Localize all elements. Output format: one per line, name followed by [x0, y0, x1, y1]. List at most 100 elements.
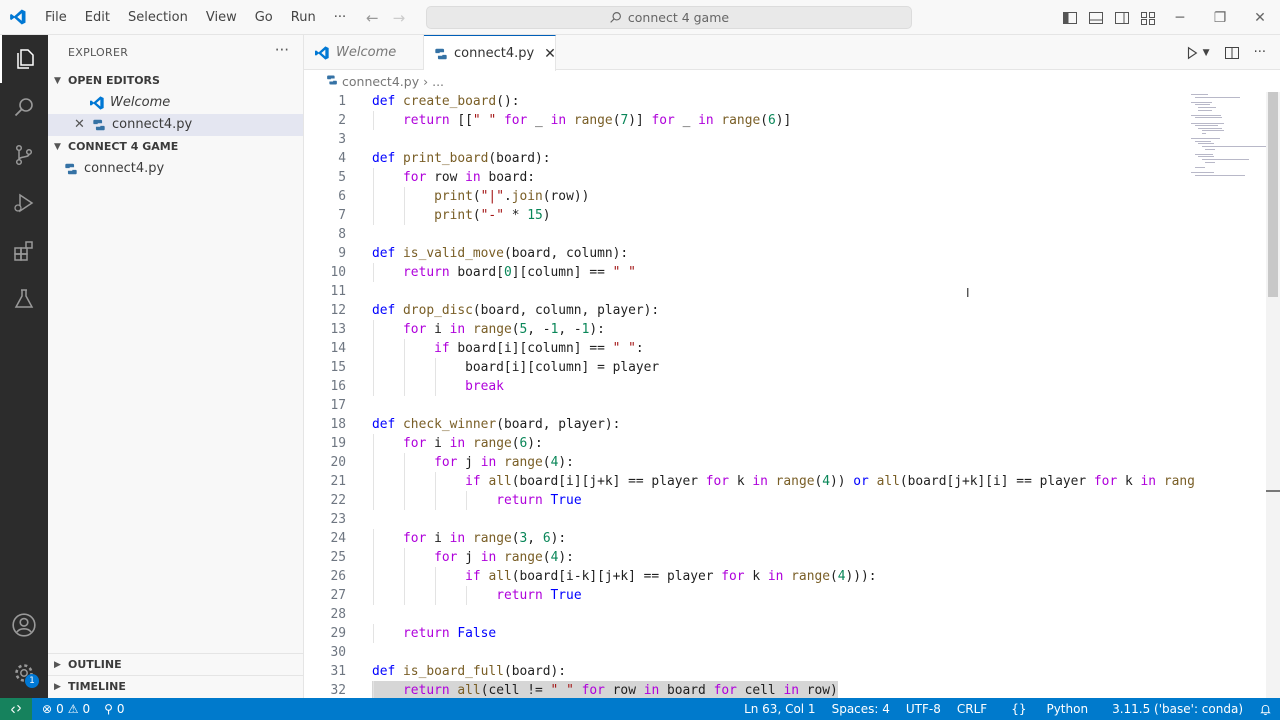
- code-line[interactable]: 12 def drop_disc(board, column, player):: [304, 301, 1188, 320]
- code-line[interactable]: 2 return [[" " for _ in range(7)] for _ …: [304, 111, 1188, 130]
- search-activity[interactable]: [0, 83, 48, 131]
- forward-arrow-icon[interactable]: →: [393, 9, 406, 27]
- minimize-icon[interactable]: ─: [1160, 10, 1200, 26]
- end-of-line[interactable]: CRLF: [949, 702, 995, 716]
- code-line[interactable]: 22 return True: [304, 491, 1188, 510]
- close-icon[interactable]: ✕: [74, 114, 90, 136]
- code-line[interactable]: 15 board[i][column] = player: [304, 358, 1188, 377]
- open-editors-section[interactable]: ▼ OPEN EDITORS: [48, 70, 303, 92]
- file-connect4[interactable]: connect4.py: [48, 158, 303, 180]
- timeline-section[interactable]: ▶ TIMELINE: [48, 675, 303, 697]
- maximize-icon[interactable]: ❐: [1200, 10, 1240, 26]
- code-line[interactable]: 4 def print_board(board):: [304, 149, 1188, 168]
- notifications-bell-icon[interactable]: [1251, 703, 1280, 716]
- indent-guide: [373, 187, 374, 206]
- line-number: 18: [330, 417, 346, 432]
- outline-label: OUTLINE: [68, 657, 122, 671]
- code-line[interactable]: 1 def create_board():: [304, 92, 1188, 111]
- menu-view[interactable]: View: [197, 0, 246, 35]
- minimap-line: [1191, 114, 1221, 116]
- minimap[interactable]: [1188, 92, 1274, 698]
- code-line[interactable]: 17: [304, 396, 1188, 415]
- more-actions-icon[interactable]: ···: [1254, 45, 1266, 60]
- toggle-secondary-sidebar-icon[interactable]: [1114, 10, 1130, 26]
- problems-indicator[interactable]: ⊗ 0 ⚠ 0 ⚲ 0: [32, 702, 125, 716]
- source-control-activity[interactable]: [0, 131, 48, 179]
- extensions-activity[interactable]: [0, 227, 48, 275]
- customize-layout-icon[interactable]: [1140, 10, 1156, 26]
- text-cursor-icon: I: [966, 286, 970, 300]
- minimap-line: [1194, 153, 1214, 155]
- folder-section[interactable]: ▼ CONNECT 4 GAME: [48, 136, 303, 158]
- code-text: for i in range(3, 6):: [403, 531, 567, 546]
- run-options-chevron-icon[interactable]: ▼: [1203, 48, 1210, 58]
- code-line[interactable]: 24 for i in range(3, 6):: [304, 529, 1188, 548]
- code-line[interactable]: 8: [304, 225, 1188, 244]
- code-line[interactable]: 10 return board[0][column] == " ": [304, 263, 1188, 282]
- code-text: board[i][column] = player: [372, 360, 660, 375]
- python-file-icon: [434, 47, 448, 61]
- toggle-primary-sidebar-icon[interactable]: [1062, 10, 1078, 26]
- flask-icon: [14, 289, 34, 308]
- line-number: 20: [330, 455, 346, 470]
- code-line[interactable]: 26 if all(board[i-k][j+k] == player for …: [304, 567, 1188, 586]
- close-window-icon[interactable]: ✕: [1240, 10, 1280, 26]
- code-line[interactable]: 14 if board[i][column] == " ":: [304, 339, 1188, 358]
- open-editor-welcome[interactable]: Welcome: [48, 92, 303, 114]
- breadcrumb-symbol[interactable]: ...: [432, 74, 444, 89]
- code-line[interactable]: 18 def check_winner(board, player):: [304, 415, 1188, 434]
- code-line[interactable]: 32 return all(cell != " " for row in boa…: [304, 681, 1188, 698]
- cursor-position[interactable]: Ln 63, Col 1: [736, 702, 824, 716]
- code-line[interactable]: 30: [304, 643, 1188, 662]
- remote-indicator[interactable]: [0, 698, 32, 720]
- code-line[interactable]: 21 if all(board[i][j+k] == player for k …: [304, 472, 1194, 491]
- code-line[interactable]: 16 break: [304, 377, 1188, 396]
- code-line[interactable]: 25 for j in range(4):: [304, 548, 1188, 567]
- menu-more[interactable]: ···: [325, 0, 355, 35]
- menu-edit[interactable]: Edit: [76, 0, 119, 35]
- code-line[interactable]: 7 print("-" * 15): [304, 206, 1188, 225]
- tab-connect4[interactable]: connect4.py ✕: [424, 35, 556, 71]
- toggle-panel-icon[interactable]: [1088, 10, 1104, 26]
- menu-file[interactable]: File: [36, 0, 76, 35]
- vertical-scrollbar[interactable]: [1266, 92, 1280, 698]
- code-line[interactable]: 27 return True: [304, 586, 1188, 605]
- code-line[interactable]: 13 for i in range(5, -1, -1):: [304, 320, 1188, 339]
- menu-selection[interactable]: Selection: [119, 0, 197, 35]
- testing-activity[interactable]: [0, 275, 48, 323]
- code-line[interactable]: 23: [304, 510, 1188, 529]
- code-line[interactable]: 6 print("|".join(row)): [304, 187, 1188, 206]
- code-line[interactable]: 28: [304, 605, 1188, 624]
- python-interpreter[interactable]: 3.11.5 ('base': conda): [1104, 702, 1251, 716]
- open-editor-connect4[interactable]: ✕ connect4.py: [48, 114, 303, 136]
- code-line[interactable]: 20 for j in range(4):: [304, 453, 1188, 472]
- code-line[interactable]: 11: [304, 282, 1188, 301]
- code-line[interactable]: 3: [304, 130, 1188, 149]
- code-line[interactable]: 5 for row in board:: [304, 168, 1188, 187]
- language-mode[interactable]: {} Python: [995, 702, 1104, 716]
- close-tab-icon[interactable]: ✕: [544, 46, 556, 62]
- command-center-search[interactable]: connect 4 game: [426, 6, 912, 29]
- menu-go[interactable]: Go: [246, 0, 282, 35]
- tab-welcome[interactable]: Welcome: [304, 35, 424, 70]
- breadcrumb-file[interactable]: connect4.py: [342, 74, 419, 89]
- run-python-file-icon[interactable]: [1185, 46, 1199, 60]
- code-text: for i in range(5, -1, -1):: [403, 322, 605, 337]
- code-line[interactable]: 19 for i in range(6):: [304, 434, 1188, 453]
- accounts-activity[interactable]: [0, 601, 48, 649]
- split-editor-icon[interactable]: [1224, 45, 1240, 61]
- manage-activity[interactable]: 1: [0, 649, 48, 697]
- code-editor[interactable]: 1 def create_board(): 2 return [[" " for _…: [304, 92, 1280, 698]
- explorer-activity[interactable]: [0, 35, 48, 83]
- run-debug-activity[interactable]: [0, 179, 48, 227]
- menu-run[interactable]: Run: [282, 0, 325, 35]
- encoding[interactable]: UTF-8: [898, 702, 949, 716]
- indentation[interactable]: Spaces: 4: [824, 702, 898, 716]
- more-actions-icon[interactable]: ···: [275, 35, 289, 70]
- outline-section[interactable]: ▶ OUTLINE: [48, 653, 303, 675]
- scrollbar-thumb[interactable]: [1268, 92, 1278, 297]
- code-line[interactable]: 29 return False: [304, 624, 1188, 643]
- code-line[interactable]: 31 def is_board_full(board):: [304, 662, 1188, 681]
- back-arrow-icon[interactable]: ←: [366, 9, 379, 27]
- code-line[interactable]: 9 def is_valid_move(board, column):: [304, 244, 1188, 263]
